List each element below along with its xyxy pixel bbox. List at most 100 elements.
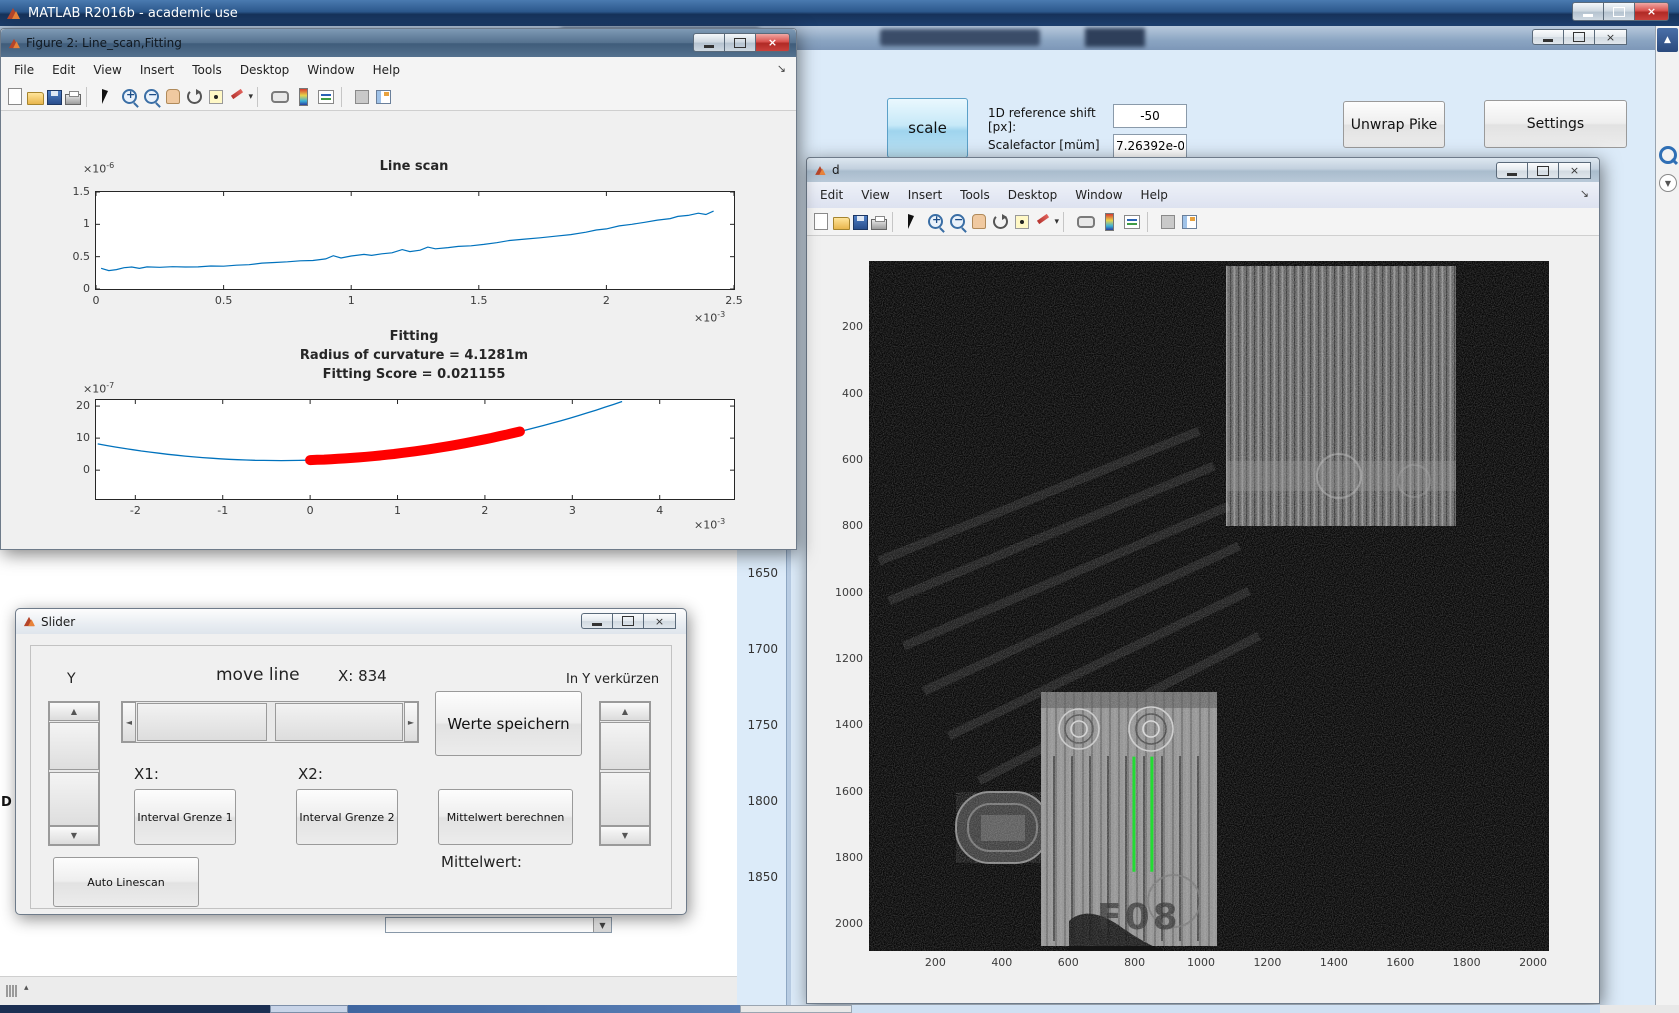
link-plot-icon[interactable] — [271, 90, 289, 103]
zoom-out-icon[interactable] — [144, 88, 159, 104]
new-file-icon[interactable] — [8, 88, 22, 105]
rotate-3d-icon[interactable] — [187, 89, 202, 104]
slider-close-button[interactable]: × — [643, 613, 676, 629]
menu-item[interactable]: Edit — [811, 185, 852, 205]
shorten-slider-thumb[interactable] — [600, 722, 650, 770]
pointer-icon[interactable] — [908, 214, 919, 229]
y-tick-label: 0 — [83, 463, 90, 477]
menu-item[interactable]: Help — [364, 60, 409, 80]
unwrap-pike-button[interactable]: Unwrap Pike — [1343, 101, 1445, 148]
menu-item[interactable]: Insert — [899, 185, 951, 205]
y-slider[interactable]: ▲ ▼ — [48, 701, 100, 846]
menu-item[interactable]: Edit — [43, 60, 84, 80]
insert-legend-icon[interactable] — [318, 89, 334, 104]
image-x-tick: 1600 — [1386, 956, 1415, 969]
combobox-arrow-icon[interactable]: ▼ — [593, 918, 611, 932]
shorten-y-slider[interactable]: ▲ ▼ — [599, 701, 651, 846]
menu-item[interactable]: Desktop — [999, 185, 1067, 205]
pan-hand-icon[interactable] — [166, 89, 180, 104]
plottools-show-icon[interactable] — [376, 89, 391, 104]
insert-legend-icon[interactable] — [1124, 214, 1140, 229]
fig2-restore-button[interactable] — [724, 33, 755, 52]
shorten-slider-up-icon[interactable]: ▲ — [600, 702, 650, 721]
pan-hand-icon[interactable] — [972, 214, 986, 229]
slider-right-icon[interactable]: ► — [404, 702, 418, 742]
collapse-panel-button[interactable]: ▲ — [1657, 28, 1678, 52]
restore-button[interactable] — [1603, 2, 1634, 21]
shorten-slider-down-icon[interactable]: ▼ — [600, 826, 650, 845]
datatip-icon[interactable] — [1015, 214, 1029, 229]
dock-arrow-icon[interactable]: ↘ — [1580, 187, 1589, 200]
open-folder-icon[interactable] — [27, 92, 44, 105]
menu-item[interactable]: Tools — [183, 60, 231, 80]
menu-item[interactable]: Window — [1066, 185, 1131, 205]
auto-linescan-button[interactable]: Auto Linescan — [53, 857, 199, 907]
scroll-down-icon[interactable]: ▼ — [1659, 174, 1677, 192]
slider-thumb[interactable] — [137, 703, 267, 741]
menu-item[interactable]: Tools — [951, 185, 999, 205]
print-icon[interactable] — [871, 215, 887, 230]
gui-restore-button[interactable] — [1563, 29, 1594, 45]
menu-item[interactable]: Desktop — [231, 60, 299, 80]
close-button[interactable]: × — [1634, 2, 1669, 21]
menu-item[interactable]: View — [852, 185, 898, 205]
fig-restore-button[interactable] — [1527, 162, 1558, 179]
open-folder-icon[interactable] — [833, 217, 850, 230]
insert-colorbar-icon[interactable] — [1105, 212, 1114, 231]
y-slider-thumb[interactable] — [49, 722, 99, 770]
zoom-out-icon[interactable] — [950, 213, 965, 229]
gui-minimize-button[interactable] — [1532, 29, 1563, 45]
new-file-icon[interactable] — [814, 213, 828, 230]
zoom-in-icon[interactable] — [928, 213, 943, 229]
brush-icon[interactable] — [230, 90, 253, 104]
slider-thumb[interactable] — [275, 703, 403, 741]
scale-button[interactable]: scale — [887, 98, 968, 158]
fitting-y-mult: ×10-7 — [83, 381, 115, 396]
pointer-icon[interactable] — [102, 89, 113, 104]
dock-arrow-icon[interactable]: ↘ — [777, 62, 786, 75]
shorten-slider-thumb[interactable] — [600, 772, 650, 826]
background-combobox[interactable]: ▼ — [385, 917, 612, 933]
brush-icon[interactable] — [1036, 215, 1059, 229]
fig2-minimize-button[interactable] — [693, 33, 724, 52]
slider-left-icon[interactable]: ◄ — [122, 702, 136, 742]
save-icon[interactable] — [47, 90, 62, 105]
separator — [341, 86, 348, 107]
gui-close-button[interactable]: × — [1594, 29, 1627, 45]
slider-minimize-button[interactable] — [581, 613, 612, 629]
x-tick-label: 3 — [568, 504, 576, 517]
scalefactor-input[interactable] — [1113, 134, 1187, 158]
interval-grenze2-button[interactable]: Interval Grenze 2 — [296, 789, 398, 845]
fig-close-button[interactable]: × — [1558, 162, 1591, 179]
link-plot-icon[interactable] — [1077, 215, 1095, 228]
fig2-close-button[interactable]: × — [755, 33, 790, 52]
menu-item[interactable]: View — [84, 60, 130, 80]
menu-item[interactable]: Help — [1132, 185, 1177, 205]
minimize-button[interactable] — [1572, 2, 1603, 21]
plottools-hide-icon[interactable] — [355, 89, 369, 104]
resize-grip[interactable] — [6, 985, 17, 997]
print-icon[interactable] — [65, 90, 81, 105]
y-slider-up-icon[interactable]: ▲ — [49, 702, 99, 721]
plottools-show-icon[interactable] — [1182, 214, 1197, 229]
save-icon[interactable] — [853, 215, 868, 230]
image-y-tick: 400 — [842, 386, 863, 400]
interval-grenze1-button[interactable]: Interval Grenze 1 — [134, 789, 236, 845]
mittelwert-berechnen-button[interactable]: Mittelwert berechnen — [438, 789, 573, 845]
ref-shift-input[interactable] — [1113, 104, 1187, 128]
datatip-icon[interactable] — [209, 89, 223, 104]
y-slider-down-icon[interactable]: ▼ — [49, 826, 99, 845]
rotate-3d-icon[interactable] — [993, 214, 1008, 229]
plottools-hide-icon[interactable] — [1161, 214, 1175, 229]
menu-item[interactable]: File — [5, 60, 43, 80]
fig-minimize-button[interactable] — [1496, 162, 1527, 179]
menu-item[interactable]: Insert — [131, 60, 183, 80]
slider-restore-button[interactable] — [612, 613, 643, 629]
menu-item[interactable]: Window — [298, 60, 363, 80]
insert-colorbar-icon[interactable] — [299, 87, 308, 106]
move-line-slider[interactable]: ◄ ► — [121, 701, 419, 743]
werte-speichern-button[interactable]: Werte speichern — [435, 691, 582, 756]
y-slider-thumb[interactable] — [49, 772, 99, 826]
settings-button[interactable]: Settings — [1484, 100, 1627, 148]
zoom-in-icon[interactable] — [122, 88, 137, 104]
